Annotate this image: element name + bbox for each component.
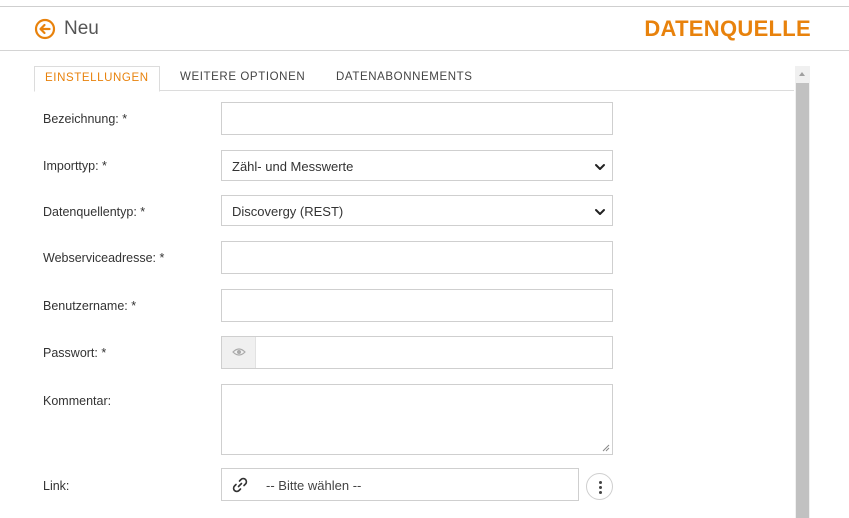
benutzername-input[interactable] bbox=[221, 289, 613, 322]
datenquellentyp-value: Discovergy (REST) bbox=[232, 204, 344, 219]
link-icon-box bbox=[222, 469, 258, 500]
more-dot bbox=[599, 491, 602, 494]
link-value: -- Bitte wählen -- bbox=[266, 478, 362, 493]
scroll-thumb[interactable] bbox=[796, 83, 809, 518]
link-label: Link: bbox=[43, 479, 70, 493]
importtyp-select[interactable]: Zähl- und Messwerte bbox=[221, 150, 613, 181]
tab-datenabonnements[interactable]: DATENABONNEMENTS bbox=[326, 66, 483, 91]
back-button[interactable] bbox=[34, 18, 56, 40]
password-toggle-button[interactable] bbox=[222, 337, 256, 368]
link-select[interactable]: -- Bitte wählen -- bbox=[221, 468, 579, 501]
bezeichnung-input[interactable] bbox=[221, 102, 613, 135]
arrow-left-circle-icon bbox=[34, 18, 56, 40]
webserviceadresse-label: Webserviceadresse: * bbox=[43, 251, 165, 265]
more-dot bbox=[599, 486, 602, 489]
webserviceadresse-input[interactable] bbox=[221, 241, 613, 274]
app-title: DATENQUELLE bbox=[644, 16, 811, 41]
eye-icon bbox=[232, 348, 246, 356]
page-title: Neu bbox=[64, 18, 99, 39]
importtyp-value: Zähl- und Messwerte bbox=[232, 159, 354, 174]
chevron-down-icon bbox=[595, 209, 605, 215]
passwort-label: Passwort: * bbox=[43, 346, 107, 360]
vertical-scrollbar[interactable] bbox=[795, 66, 810, 518]
benutzername-label: Benutzername: * bbox=[43, 299, 137, 313]
more-vertical-icon bbox=[599, 481, 602, 484]
tab-weitere-optionen[interactable]: WEITERE OPTIONEN bbox=[170, 66, 315, 91]
datenquellentyp-label: Datenquellentyp: * bbox=[43, 205, 146, 219]
importtyp-label: Importtyp: * bbox=[43, 159, 107, 173]
page-header: Neu DATENQUELLE bbox=[0, 7, 849, 51]
tab-einstellungen[interactable]: EINSTELLUNGEN bbox=[34, 66, 160, 92]
tab-bar: EINSTELLUNGEN WEITERE OPTIONEN DATENABON… bbox=[34, 66, 794, 92]
scroll-up-button[interactable] bbox=[795, 66, 810, 82]
resize-handle-icon[interactable] bbox=[601, 443, 610, 452]
kommentar-textarea[interactable] bbox=[221, 384, 613, 455]
bezeichnung-label: Bezeichnung: * bbox=[43, 112, 128, 126]
datenquellentyp-select[interactable]: Discovergy (REST) bbox=[221, 195, 613, 226]
link-icon bbox=[232, 477, 248, 493]
chevron-down-icon bbox=[595, 164, 605, 170]
passwort-input[interactable] bbox=[221, 336, 613, 369]
link-more-button[interactable] bbox=[586, 473, 613, 500]
kommentar-label: Kommentar: bbox=[43, 394, 112, 408]
